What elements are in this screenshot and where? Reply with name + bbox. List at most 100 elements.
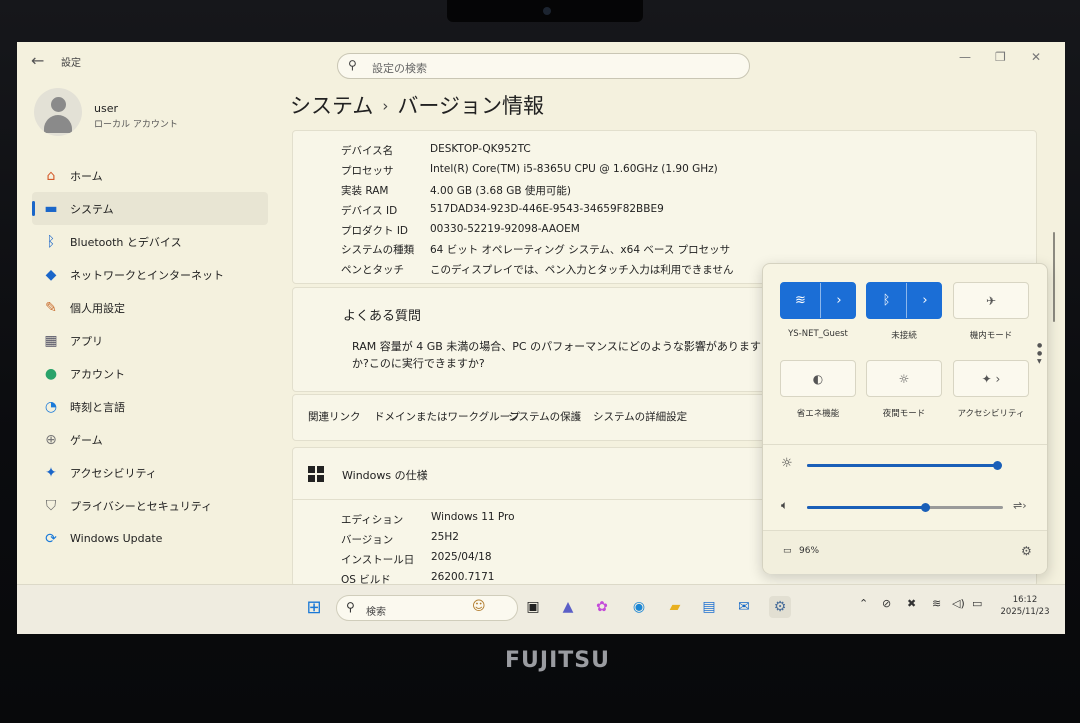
webcam — [447, 0, 643, 22]
taskbar-search-input[interactable]: ⚲ 検索 ☺︎ — [336, 595, 518, 621]
volume-icon[interactable]: ◁) — [952, 597, 965, 610]
sidebar-item-network[interactable]: ◆ ネットワークとインターネット — [32, 258, 268, 291]
close-circle-icon[interactable]: ✖ — [907, 597, 916, 610]
sidebar-item-label: 個人用設定 — [70, 301, 125, 315]
battery-percent[interactable]: 96% — [799, 546, 819, 556]
volume-knob[interactable] — [920, 503, 930, 512]
sidebar-item-label: ホーム — [70, 169, 103, 183]
sidebar-nav: ⌂ ホーム ▬ システム ᛒ Bluetooth とデバイス ◆ ネットワークとインター… — [32, 159, 268, 555]
edge-icon[interactable]: ◉ — [628, 596, 650, 618]
maximize-button[interactable]: ❐ — [995, 50, 1006, 64]
sidebar-item-time-language[interactable]: ◔ 時刻と言語 — [32, 390, 268, 423]
link-system-protection[interactable]: システムの保護 — [508, 409, 581, 424]
gear-icon[interactable]: ⚙ — [1021, 544, 1032, 558]
spec-value: 2025/04/18 — [431, 551, 492, 563]
windows-spec-title: Windows の仕様 — [342, 469, 428, 482]
store-icon[interactable]: ▤ — [698, 596, 720, 618]
faq-question[interactable]: RAM 容量が 4 GB 未満の場合、PC のパフォーマンスにどのような影響があ… — [352, 338, 772, 372]
battery-icon: ▭ — [783, 546, 792, 556]
wifi-icon[interactable]: ≋ — [932, 597, 941, 610]
chevron-right-icon[interactable]: › — [907, 283, 943, 318]
start-button[interactable]: ⊞ — [303, 596, 325, 618]
brand-logo: FUJITSU — [505, 648, 610, 673]
chevron-right-icon[interactable]: › — [821, 283, 857, 318]
wifi-icon: ◆ — [45, 266, 57, 283]
spec-value: 4.00 GB (3.68 GB 使用可能) — [430, 185, 571, 197]
monitor-icon: ▬ — [44, 200, 58, 217]
clock-time: 16:12 — [1012, 595, 1038, 605]
spec-value: 00330-52219-92098-AAOEM — [430, 223, 580, 235]
audio-output-icon[interactable]: ⇌› — [1013, 499, 1027, 512]
task-view-icon[interactable]: ▣ — [522, 596, 544, 618]
search-highlight-icon: ☺︎ — [472, 599, 486, 614]
gamepad-icon: ⊕ — [45, 431, 57, 448]
wifi-icon: ≋ — [781, 283, 821, 318]
sidebar-item-windows-update[interactable]: ⟳ Windows Update — [32, 522, 268, 555]
sidebar-item-accessibility[interactable]: ✦ アクセシビリティ — [32, 456, 268, 489]
sidebar-item-label: アカウント — [70, 367, 125, 381]
page-title: バージョン情報 — [397, 94, 544, 118]
tiles-pager[interactable]: ● ● ▼ — [1037, 342, 1042, 366]
volume-slider[interactable] — [807, 503, 1003, 512]
spec-value: このディスプレイでは、ペン入力とタッチ入力は利用できません — [430, 264, 734, 276]
tile-label: 未接続 — [891, 331, 917, 341]
laptop-bezel: FUJITSU ← 設定 ⚲ 設定の検索 — ❐ ✕ user ローカル アカウ… — [0, 0, 1080, 723]
spec-value: 517DAD34-923D-446E-9543-34659F82BBE9 — [430, 203, 664, 215]
brightness-knob[interactable] — [993, 461, 1002, 470]
bluetooth-icon: ᛒ — [867, 283, 907, 318]
sidebar-item-label: プライバシーとセキュリティ — [70, 499, 213, 513]
outlook-icon[interactable]: ✉ — [733, 596, 755, 618]
sidebar-item-system[interactable]: ▬ システム — [32, 192, 268, 225]
back-arrow-icon[interactable]: ← — [31, 51, 44, 70]
breadcrumb-parent[interactable]: システム — [290, 94, 373, 118]
accessibility-icon: ✦ › — [981, 371, 1001, 386]
minimize-button[interactable]: — — [959, 50, 971, 64]
link-advanced-system-settings[interactable]: システムの詳細設定 — [593, 409, 687, 424]
tile-label: YS-NET_Guest — [788, 329, 848, 339]
chevron-right-icon: › — [382, 97, 389, 115]
avatar — [34, 88, 82, 136]
battery-icon[interactable]: ▭ — [972, 597, 982, 610]
airplane-mode-toggle[interactable]: ✈ — [953, 282, 1029, 319]
close-button[interactable]: ✕ — [1031, 50, 1041, 64]
spec-label: システムの種類 — [341, 244, 415, 256]
sidebar-item-privacy[interactable]: ⛉ プライバシーとセキュリティ — [32, 489, 268, 522]
quick-settings-footer: ▭ 96% ⚙ — [763, 530, 1047, 574]
faq-title: よくある質問 — [343, 309, 422, 324]
settings-app-icon[interactable]: ⚙ — [769, 596, 791, 618]
sidebar-item-home[interactable]: ⌂ ホーム — [32, 159, 268, 192]
copilot-icon[interactable]: ✿ — [591, 596, 613, 618]
energy-saver-toggle[interactable]: ◐ — [780, 360, 856, 397]
sidebar-item-personalization[interactable]: ✎ 個人用設定 — [32, 291, 268, 324]
settings-search-input[interactable]: ⚲ 設定の検索 — [337, 53, 750, 79]
tile-label: 夜間モード — [882, 409, 926, 419]
window-title: 設定 — [61, 58, 81, 69]
eye-off-icon[interactable]: ⊘ — [882, 597, 891, 610]
breadcrumb: システム › バージョン情報 — [290, 90, 544, 120]
night-light-icon: ☼ — [898, 371, 910, 386]
sidebar-item-gaming[interactable]: ⊕ ゲーム — [32, 423, 268, 456]
spec-label: バージョン — [341, 534, 394, 546]
globe-clock-icon: ◔ — [44, 398, 58, 415]
taskbar-clock[interactable]: 16:12 2025/11/23 — [997, 594, 1053, 618]
brightness-slider[interactable] — [807, 461, 1002, 470]
file-explorer-icon[interactable]: ▰ — [664, 596, 686, 618]
chevron-up-icon[interactable]: ⌃ — [859, 597, 868, 610]
accessibility-toggle[interactable]: ✦ › — [953, 360, 1029, 397]
spec-label: デバイス名 — [341, 145, 394, 157]
spec-value: Windows 11 Pro — [431, 511, 515, 523]
bluetooth-toggle[interactable]: ᛒ › — [866, 282, 942, 319]
quick-settings-panel: ≋ › YS-NET_Guest ᛒ › 未接続 ✈ 機内モード ● ● ▼ ◐ 省… — [762, 263, 1048, 574]
page-scrollbar[interactable] — [1053, 232, 1055, 322]
wifi-toggle[interactable]: ≋ › — [780, 282, 856, 319]
sidebar-item-apps[interactable]: ▦ アプリ — [32, 324, 268, 357]
sidebar-item-accounts[interactable]: ● アカウント — [32, 357, 268, 390]
bluetooth-icon: ᛒ — [46, 233, 56, 250]
teams-icon[interactable]: ▲ — [557, 596, 579, 618]
account-type: ローカル アカウント — [94, 120, 178, 130]
spec-label: ペンとタッチ — [341, 264, 404, 276]
account-icon: ● — [44, 365, 58, 382]
link-domain-workgroup[interactable]: ドメインまたはワークグループ — [374, 409, 520, 424]
night-light-toggle[interactable]: ☼ — [866, 360, 942, 397]
sidebar-item-bluetooth[interactable]: ᛒ Bluetooth とデバイス — [32, 225, 268, 258]
